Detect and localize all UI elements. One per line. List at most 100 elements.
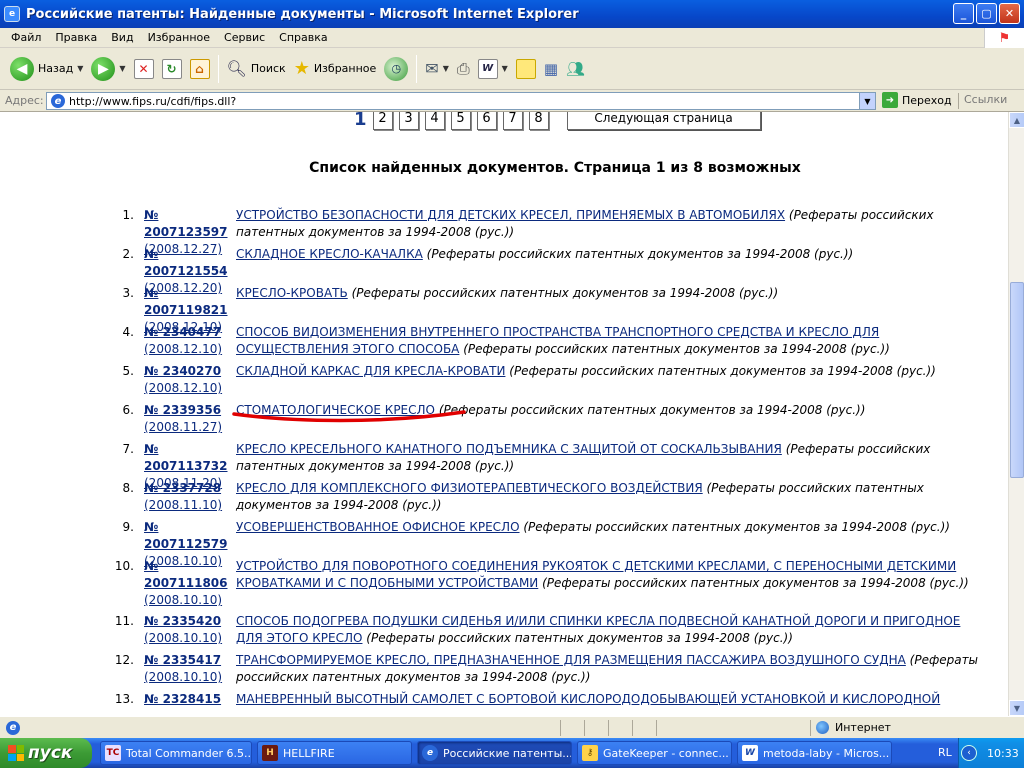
refresh-button[interactable]: ↻: [158, 52, 186, 86]
patent-number-link[interactable]: № 2007112579: [144, 519, 236, 553]
patent-title-link[interactable]: УСОВЕРШЕНСТВОВАННОЕ ОФИСНОЕ КРЕСЛО: [236, 520, 520, 534]
patent-title-link[interactable]: МАНЕВРЕННЫЙ ВЫСОТНЫЙ САМОЛЕТ С БОРТОВОЙ …: [236, 692, 940, 706]
discuss-button[interactable]: [512, 52, 540, 86]
language-indicator[interactable]: RL: [938, 746, 952, 759]
patent-date-link[interactable]: (2008.12.10): [144, 380, 236, 397]
menu-view[interactable]: Вид: [104, 31, 140, 44]
zone-label: Интернет: [835, 721, 891, 734]
pager-page-7[interactable]: 7: [502, 112, 523, 130]
edit-dropdown-icon[interactable]: ▼: [502, 64, 508, 73]
patent-date-link[interactable]: (2008.10.10): [144, 630, 236, 647]
patent-title-link[interactable]: КРЕСЛО ДЛЯ КОМПЛЕКСНОГО ФИЗИОТЕРАПЕВТИЧЕ…: [236, 481, 703, 495]
patent-source: (Рефераты российских патентных документо…: [366, 631, 793, 645]
patent-number-link[interactable]: № 2328415: [144, 691, 236, 708]
mail-button[interactable]: ✉ ▼: [421, 52, 453, 86]
links-button[interactable]: Ссылки: [958, 93, 1007, 109]
pager-page-8[interactable]: 8: [528, 112, 549, 130]
patent-date-link[interactable]: (2008.10.10): [144, 592, 236, 609]
patent-title-link[interactable]: КРЕСЛО КРЕСЕЛЬНОГО КАНАТНОГО ПОДЪЕМНИКА …: [236, 442, 782, 456]
address-dropdown-icon[interactable]: ▼: [859, 93, 875, 109]
patent-title-link[interactable]: КРЕСЛО-КРОВАТЬ: [236, 286, 348, 300]
history-button[interactable]: ◷: [380, 52, 412, 86]
research-button[interactable]: ▦: [540, 52, 562, 86]
menu-help[interactable]: Справка: [272, 31, 334, 44]
minimize-button[interactable]: _: [953, 3, 974, 24]
menu-file[interactable]: Файл: [4, 31, 48, 44]
start-button[interactable]: пуск: [0, 738, 92, 768]
mail-dropdown-icon[interactable]: ▼: [443, 64, 449, 73]
task-internet-explorer[interactable]: e Российские патенты...: [417, 741, 572, 765]
back-dropdown-icon[interactable]: ▼: [77, 64, 83, 73]
result-number: 11.: [114, 614, 134, 628]
result-number: 3.: [122, 286, 134, 300]
windows-flag-icon: [8, 745, 24, 761]
forward-dropdown-icon[interactable]: ▼: [119, 64, 125, 73]
task-word-document[interactable]: W metoda-laby - Micros...: [737, 741, 892, 765]
patent-title-link[interactable]: УСТРОЙСТВО БЕЗОПАСНОСТИ ДЛЯ ДЕТСКИХ КРЕС…: [236, 208, 785, 222]
result-number: 12.: [114, 653, 134, 667]
task-gatekeeper[interactable]: ⚷ GateKeeper - connec...: [577, 741, 732, 765]
search-button[interactable]: 🔍︎ Поиск: [223, 52, 290, 86]
patent-date-link[interactable]: (2008.12.10): [144, 341, 236, 358]
pager-page-4[interactable]: 4: [424, 112, 445, 130]
patent-number-link[interactable]: № 2337728: [144, 480, 236, 497]
pager-page-6[interactable]: 6: [476, 112, 497, 130]
patent-date-link[interactable]: (2008.10.10): [144, 669, 236, 686]
task-hellfire[interactable]: H HELLFIRE: [257, 741, 412, 765]
patent-number-link[interactable]: № 2007123597: [144, 207, 236, 241]
patent-title-link[interactable]: СКЛАДНОЙ КАРКАС ДЛЯ КРЕСЛА-КРОВАТИ: [236, 364, 505, 378]
edit-button[interactable]: W ▼: [474, 52, 512, 86]
print-button[interactable]: ⎙: [453, 52, 474, 86]
menu-bar: Файл Правка Вид Избранное Сервис Справка: [0, 28, 1024, 48]
patent-number-link[interactable]: № 2007111806: [144, 558, 236, 592]
result-number: 1.: [122, 208, 134, 222]
vertical-scrollbar[interactable]: ▲ ▼: [1008, 112, 1024, 716]
messenger-button[interactable]: 👥︎: [562, 52, 589, 86]
patent-date-link[interactable]: (2008.11.10): [144, 497, 236, 514]
task-label: HELLFIRE: [283, 746, 335, 760]
patent-title-link[interactable]: СКЛАДНОЕ КРЕСЛО-КАЧАЛКА: [236, 247, 423, 261]
pager-page-3[interactable]: 3: [398, 112, 419, 130]
patent-title-link[interactable]: ТРАНСФОРМИРУЕМОЕ КРЕСЛО, ПРЕДНАЗНАЧЕННОЕ…: [236, 653, 906, 667]
next-page-button[interactable]: Следующая страница: [566, 112, 761, 130]
patent-source: (Рефераты российских патентных документо…: [523, 520, 950, 534]
pager-page-2[interactable]: 2: [372, 112, 393, 130]
close-button[interactable]: ✕: [999, 3, 1020, 24]
pager-page-5[interactable]: 5: [450, 112, 471, 130]
patent-number-link[interactable]: № 2340270: [144, 363, 236, 380]
scroll-down-icon[interactable]: ▼: [1009, 700, 1024, 716]
patent-number-link[interactable]: № 2339356: [144, 402, 236, 419]
patent-number-link[interactable]: № 2007121554: [144, 246, 236, 280]
status-bar: e Интернет: [0, 716, 1024, 738]
stop-icon: ✕: [133, 58, 154, 79]
favorites-button[interactable]: ★ Избранное: [290, 52, 381, 86]
patent-number-link[interactable]: № 2007113732: [144, 441, 236, 475]
result-number: 8.: [122, 481, 134, 495]
word-icon: W: [477, 58, 498, 79]
patent-number-link[interactable]: № 2335417: [144, 652, 236, 669]
result-number: 6.: [122, 403, 134, 417]
home-icon: ⌂: [189, 58, 210, 79]
back-button[interactable]: ◀ Назад ▼: [6, 52, 87, 86]
tray-expand-icon[interactable]: ‹: [961, 745, 977, 761]
address-input[interactable]: e http://www.fips.ru/cdfi/fips.dll? ▼: [46, 92, 876, 110]
home-button[interactable]: ⌂: [186, 52, 214, 86]
forward-button[interactable]: ▶ ▼: [87, 52, 129, 86]
patent-date-link[interactable]: (2008.11.27): [144, 419, 236, 436]
menu-tools[interactable]: Сервис: [217, 31, 272, 44]
patent-number-link[interactable]: № 2007119821: [144, 285, 236, 319]
menu-edit[interactable]: Правка: [48, 31, 104, 44]
patent-number-link[interactable]: № 2335420: [144, 613, 236, 630]
scroll-up-icon[interactable]: ▲: [1009, 112, 1024, 128]
menu-favorites[interactable]: Избранное: [141, 31, 217, 44]
stop-button[interactable]: ✕: [130, 52, 158, 86]
task-total-commander[interactable]: TC Total Commander 6.5...: [100, 741, 252, 765]
result-number: 9.: [122, 520, 134, 534]
scroll-thumb[interactable]: [1010, 282, 1024, 478]
back-label: Назад: [38, 62, 74, 75]
go-button[interactable]: ➜ Переход: [882, 92, 952, 108]
word-icon: W: [742, 745, 758, 761]
patent-number-link[interactable]: № 2340477: [144, 324, 236, 341]
go-label: Переход: [902, 93, 952, 107]
maximize-button[interactable]: ▢: [976, 3, 997, 24]
